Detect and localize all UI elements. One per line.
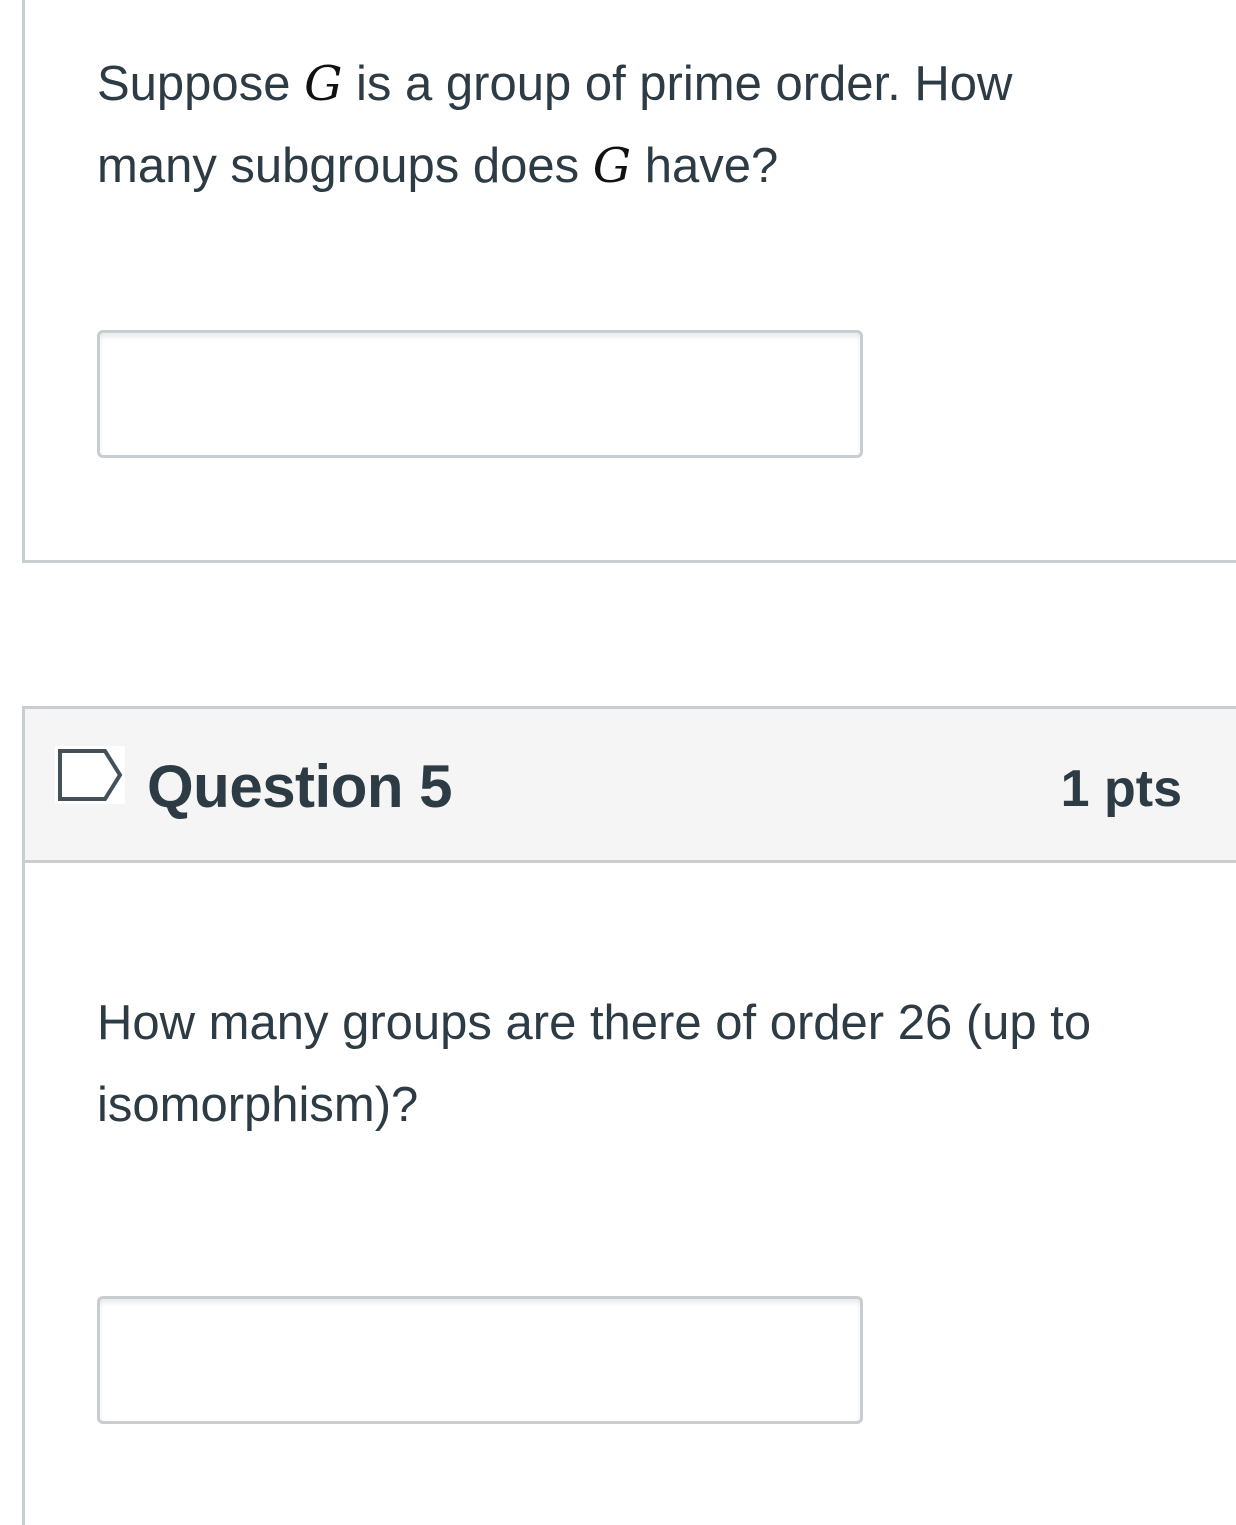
- question-4-answer-input[interactable]: [97, 330, 863, 458]
- question-4-text: Suppose G is a group of prime order. How…: [97, 43, 1137, 207]
- flag-outline-icon[interactable]: [55, 746, 125, 804]
- question-4-text-part1: Suppose: [97, 57, 305, 111]
- question-4-text-part3: have?: [631, 139, 779, 193]
- question-title: Question 5: [147, 753, 453, 820]
- math-variable-g: G: [304, 56, 343, 112]
- question-5-text: How many groups are there of order 26 (u…: [97, 996, 1092, 1132]
- question-5-header: Question 5 1 pts: [25, 709, 1236, 863]
- question-5-card: Question 5 1 pts How many groups are the…: [22, 706, 1236, 1525]
- question-4-card: Suppose G is a group of prime order. How…: [22, 0, 1236, 563]
- question-5-answer-input[interactable]: [97, 1296, 863, 1424]
- question-points: 1 pts: [1060, 760, 1182, 818]
- math-variable-g: G: [592, 138, 632, 194]
